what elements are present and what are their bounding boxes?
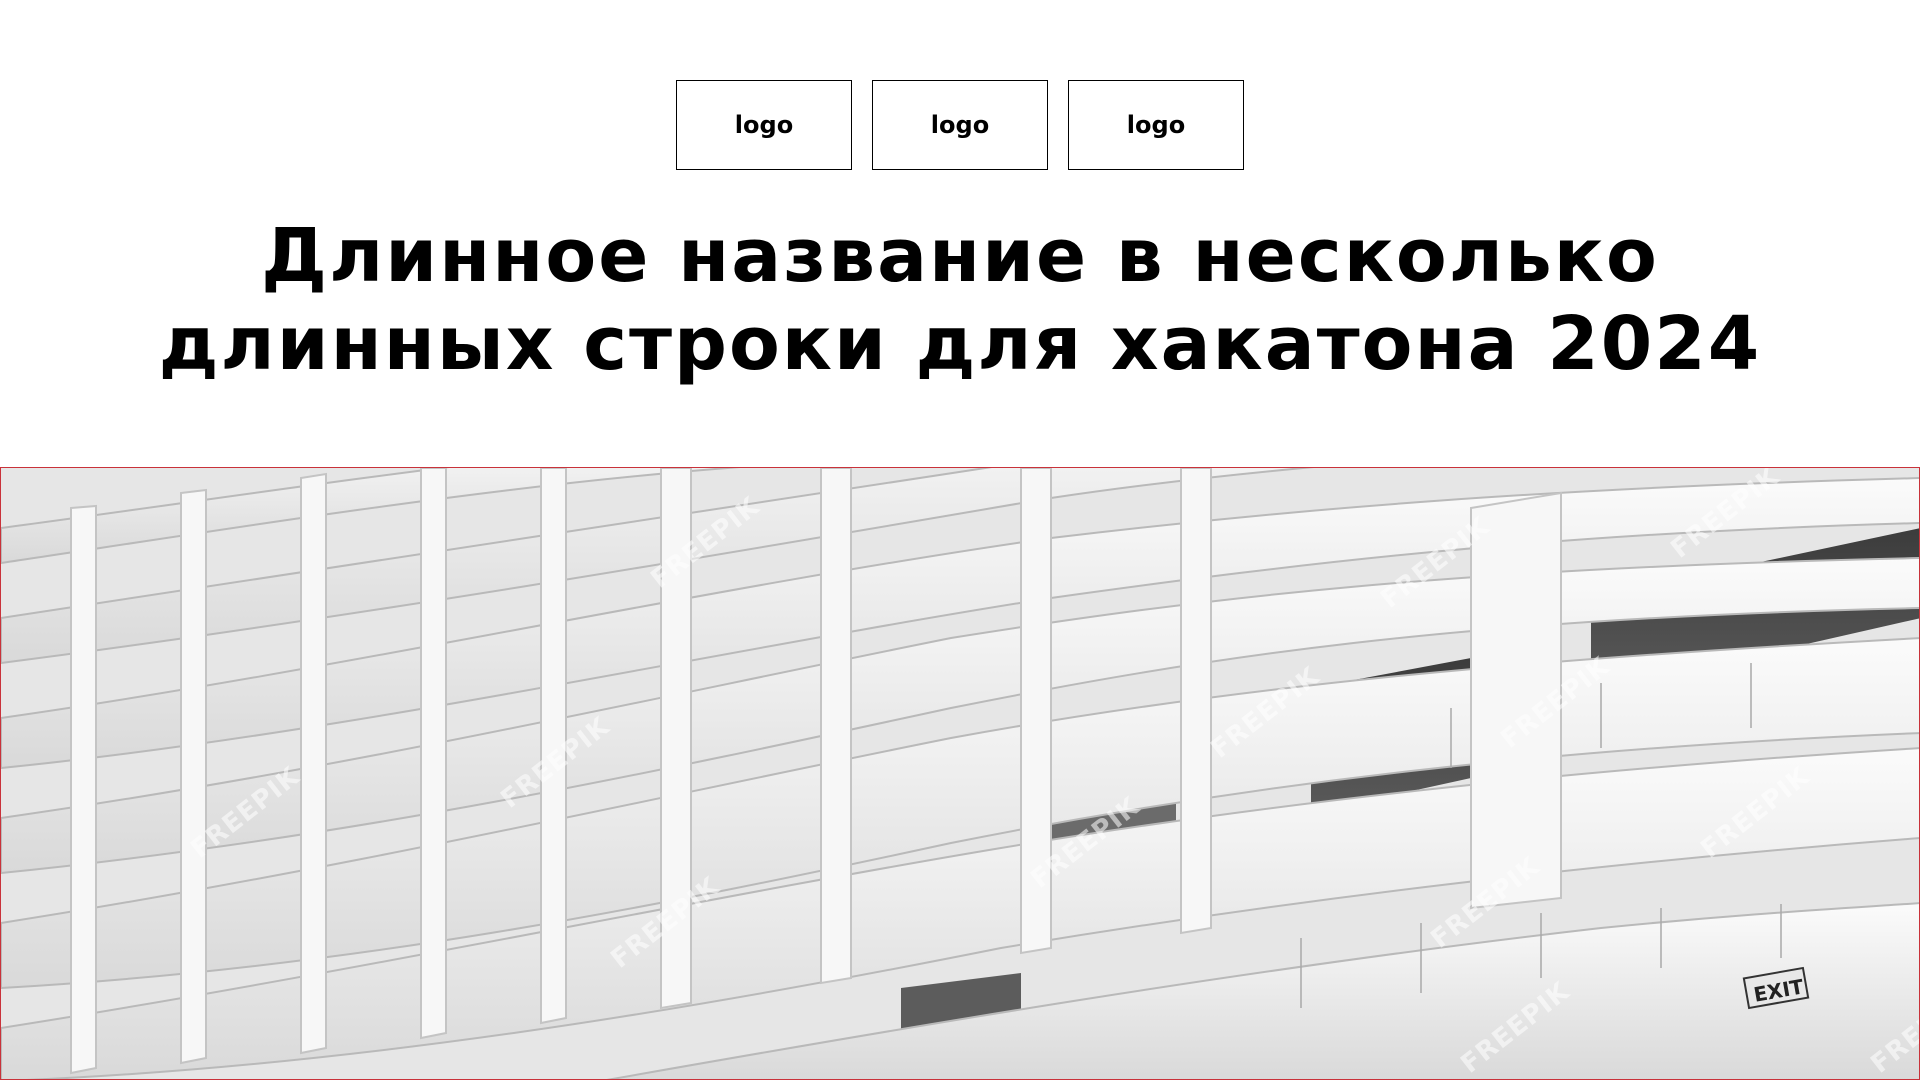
slide-title-line-1: Длинное название в несколько bbox=[261, 213, 1659, 299]
slide-title-line-2: длинных строки для хакатона 2024 bbox=[158, 301, 1762, 387]
hero-image-building: EXIT FREEPIK FREEPIK FREEPIK FREEPIK FRE… bbox=[0, 467, 1920, 1080]
logo-placeholder-1: logo bbox=[676, 80, 852, 170]
slide-title: Длинное название в несколько длинных стр… bbox=[0, 212, 1920, 388]
logo-placeholder-2: logo bbox=[872, 80, 1048, 170]
slide: logo logo logo Длинное название в нескол… bbox=[0, 0, 1920, 1080]
logo-placeholder-3: logo bbox=[1068, 80, 1244, 170]
logo-row: logo logo logo bbox=[0, 80, 1920, 170]
